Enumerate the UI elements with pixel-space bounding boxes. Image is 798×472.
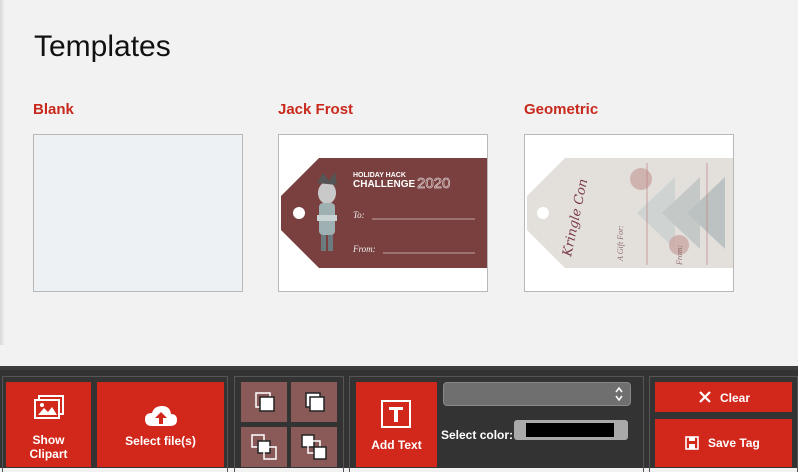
template-blank[interactable]: Blank <box>33 101 243 292</box>
send-backward-icon <box>305 392 325 412</box>
image-gallery-icon <box>34 395 64 419</box>
bring-to-front-icon <box>251 434 277 460</box>
tag-title-line2: CHALLENGE <box>353 179 416 190</box>
template-jack-frost[interactable]: Jack Frost HOLIDAY HACK CHALLENGE 2020 T… <box>278 101 488 292</box>
tag-from-label: From: <box>352 244 376 254</box>
save-tag-button[interactable]: Save Tag <box>655 419 792 467</box>
template-thumbnail-geometric[interactable]: Kringle Con A Gift For: From: <box>524 134 734 292</box>
show-clipart-button[interactable]: Show Clipart <box>6 382 91 467</box>
font-select[interactable] <box>443 382 631 406</box>
tag-title-line1: HOLIDAY HACK <box>353 172 406 179</box>
tag-from-label: From: <box>675 245 684 266</box>
page-title: Templates <box>34 30 171 63</box>
template-geometric[interactable]: Geometric Kringle Con A Gift For: From: <box>524 101 734 292</box>
bring-forward-button[interactable] <box>241 382 287 422</box>
select-files-label: Select file(s) <box>125 434 196 448</box>
template-label: Geometric <box>524 101 599 118</box>
close-icon <box>699 391 711 403</box>
tag-year: 2020 <box>417 175 450 192</box>
toolbar-group-layering <box>234 376 344 472</box>
jack-frost-tag-image: HOLIDAY HACK CHALLENGE 2020 To: From: <box>281 158 487 268</box>
color-picker[interactable] <box>514 420 628 440</box>
tag-gift-label: A Gift For: <box>616 225 625 262</box>
templates-panel: Templates Blank Jack Frost HOLIDAY HACK <box>0 0 798 366</box>
toolbar-group-media: Show Clipart Select file(s) <box>2 376 228 472</box>
panel-edge-shadow <box>0 0 5 345</box>
select-files-button[interactable]: Select file(s) <box>97 382 224 467</box>
chevron-up-down-icon <box>615 386 623 402</box>
editor-toolbar: Show Clipart Select file(s) Add Text Sel… <box>0 366 798 472</box>
color-swatch <box>526 423 614 437</box>
send-to-back-icon <box>301 434 327 460</box>
send-backward-button[interactable] <box>291 382 337 422</box>
select-color-label: Select color: <box>441 428 514 442</box>
cloud-upload-icon <box>145 406 177 426</box>
add-text-button[interactable]: Add Text <box>356 382 437 467</box>
add-text-label: Add Text <box>371 438 422 452</box>
bring-to-front-button[interactable] <box>241 427 287 467</box>
toolbar-group-actions: Clear Save Tag <box>649 376 798 472</box>
show-clipart-label: Show Clipart <box>29 433 68 461</box>
template-label: Blank <box>33 101 74 118</box>
text-icon <box>381 400 411 428</box>
template-thumbnail-blank[interactable] <box>33 134 243 292</box>
clear-label: Clear <box>720 391 751 405</box>
template-label: Jack Frost <box>278 101 354 118</box>
template-thumbnail-jack-frost[interactable]: HOLIDAY HACK CHALLENGE 2020 To: From: <box>278 134 488 292</box>
save-tag-label: Save Tag <box>708 436 760 450</box>
tag-to-label: To: <box>353 210 365 220</box>
send-to-back-button[interactable] <box>291 427 337 467</box>
clear-button[interactable]: Clear <box>655 382 792 412</box>
save-icon <box>685 436 699 450</box>
bring-forward-icon <box>255 392 275 412</box>
geometric-tag-image: Kringle Con A Gift For: From: <box>527 158 733 268</box>
